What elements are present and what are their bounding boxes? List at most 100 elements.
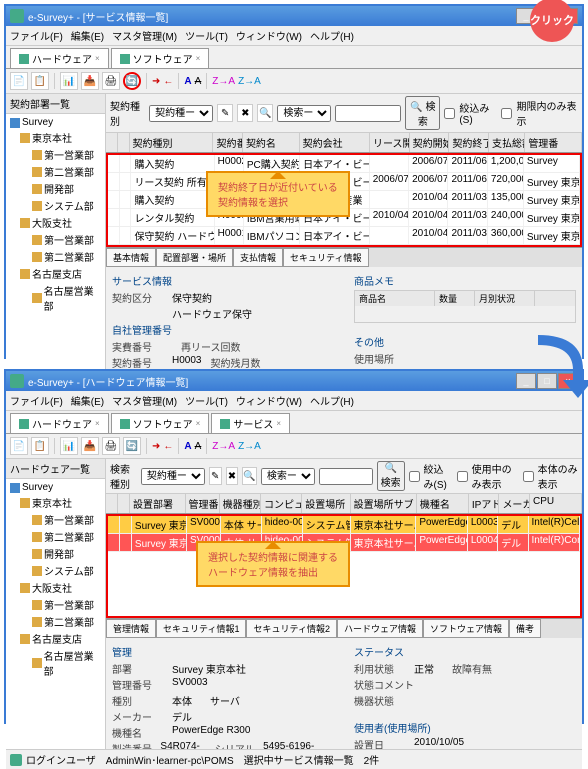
column-header[interactable]: IPアドレス [469,494,500,513]
sort-az-button[interactable]: Z→A [238,76,261,87]
menu-edit[interactable]: 編集(E) [71,393,104,408]
menu-edit[interactable]: 編集(E) [71,28,104,43]
print-button[interactable]: 🖨 [102,437,120,455]
column-header[interactable] [118,133,130,152]
tree-item[interactable]: 名古屋営業部 [8,282,103,314]
column-header[interactable]: 支払総額 [489,133,525,152]
detail-tab[interactable]: セキュリティ情報2 [246,619,336,638]
column-header[interactable]: コンピュータ名 [261,494,302,513]
column-header[interactable]: 契約終了日 [449,133,489,152]
column-header[interactable]: 契約種別 [130,133,214,152]
close-tab-icon[interactable]: × [95,54,100,63]
column-header[interactable]: 設置場所サブ [351,494,417,513]
column-header[interactable]: 設置場所 [302,494,350,513]
column-header[interactable]: 契約開始日 [410,133,450,152]
column-header[interactable]: 管理番号 [186,494,220,513]
column-header[interactable]: 機器種別 [220,494,261,513]
menu-help[interactable]: ヘルプ(H) [310,28,354,43]
delete-button[interactable]: ✖ [237,104,253,122]
close-tab-icon[interactable]: × [196,419,201,428]
search-select[interactable]: 検索ー [277,105,331,122]
search-icon[interactable]: 🔍 [242,467,256,485]
search-input[interactable] [319,468,373,485]
detail-tab[interactable]: 備考 [509,619,541,638]
filter-select[interactable]: 契約種ー [141,468,205,485]
tree-item[interactable]: 第二営業部 [8,163,103,180]
column-header[interactable]: 設置部署 [130,494,186,513]
menu-master[interactable]: マスタ管理(M) [112,393,177,408]
menu-file[interactable]: ファイル(F) [10,28,63,43]
print-button[interactable]: 🖨 [102,72,120,90]
tree-item[interactable]: 第二営業部 [8,528,103,545]
close-tab-icon[interactable]: × [276,419,281,428]
search-icon[interactable]: 🔍 [257,104,273,122]
detail-tab[interactable]: セキュリティ情報1 [156,619,246,638]
tab-service[interactable]: サービス× [211,413,290,433]
tree-item[interactable]: 開発部 [8,180,103,197]
tab-software[interactable]: ソフトウェア× [111,413,210,433]
strike-button[interactable]: A [195,76,202,87]
tree-item[interactable]: 第一営業部 [8,511,103,528]
tree-item[interactable]: 第一営業部 [8,231,103,248]
column-header[interactable]: リース開始日 [370,133,410,152]
import-button[interactable]: 📥 [81,72,99,90]
edit-button[interactable]: ✎ [209,467,222,485]
column-header[interactable] [106,133,118,152]
close-tab-icon[interactable]: × [196,54,201,63]
tree-item[interactable]: 開発部 [8,545,103,562]
column-header[interactable] [106,494,118,513]
menu-help[interactable]: ヘルプ(H) [310,393,354,408]
menu-window[interactable]: ウィンドウ(W) [236,28,302,43]
tree-item[interactable]: 名古屋支店 [8,630,103,647]
detail-tab[interactable]: ソフトウェア情報 [423,619,509,638]
filter-chk1[interactable] [444,108,455,119]
tree-item[interactable]: システム部 [8,562,103,579]
column-header[interactable]: 機種名 [417,494,469,513]
column-header[interactable]: 契約番号 [213,133,242,152]
export-button[interactable]: 📊 [60,72,78,90]
table-row[interactable]: 保守契約 ハードウェア保守H0001IBMパソコン保守日本アイ・ビー・エム201… [108,227,580,245]
sort-az-button[interactable]: Z→A [238,441,261,452]
detail-tab[interactable]: セキュリティ情報 [283,248,368,267]
detail-tab[interactable]: 管理情報 [106,619,156,638]
sort-za-button[interactable]: Z→A [212,441,235,452]
table-row[interactable]: Survey 東京本社SV0003本体 サーバhideo-002システム管理室東… [108,516,580,534]
search-button[interactable]: 🔍 検索 [377,461,405,491]
filter-chk3[interactable] [523,471,534,482]
column-header[interactable] [118,494,130,513]
search-select[interactable]: 検索ー [261,468,315,485]
menu-tool[interactable]: ツール(T) [185,393,228,408]
tree-item[interactable]: システム部 [8,197,103,214]
tree-item[interactable]: Survey [8,481,103,494]
tree-item[interactable]: 大阪支社 [8,214,103,231]
refresh-button[interactable]: 🔄 [123,72,141,90]
tab-software[interactable]: ソフトウェア× [111,48,210,68]
search-button[interactable]: 🔍 検索 [405,96,440,130]
tree-item[interactable]: 名古屋支店 [8,265,103,282]
refresh-button[interactable]: 🔄 [123,437,141,455]
detail-tab[interactable]: 基本情報 [106,248,156,267]
bold-button[interactable]: A [184,441,191,452]
detail-tab[interactable]: ハードウェア情報 [337,619,423,638]
export-button[interactable]: 📊 [60,437,78,455]
tree-item[interactable]: 東京本社 [8,129,103,146]
column-header[interactable]: 契約会社 [300,133,370,152]
sort-za-button[interactable]: Z→A [212,76,235,87]
detail-tab[interactable]: 支払情報 [233,248,283,267]
search-input[interactable] [335,105,401,122]
edit-button[interactable]: ✎ [217,104,233,122]
import-button[interactable]: 📥 [81,437,99,455]
bold-button[interactable]: A [184,76,191,87]
tree-item[interactable]: 第二営業部 [8,613,103,630]
doc-button[interactable]: 📋 [31,437,49,455]
column-header[interactable]: CPU [530,494,582,513]
strike-button[interactable]: A [195,441,202,452]
detail-tab[interactable]: 配置部署・場所 [156,248,233,267]
tree-item[interactable]: 大阪支社 [8,579,103,596]
menu-tool[interactable]: ツール(T) [185,28,228,43]
new-button[interactable]: 📄 [10,72,28,90]
new-button[interactable]: 📄 [10,437,28,455]
tab-hardware[interactable]: ハードウェア× [10,48,109,68]
doc-button[interactable]: 📋 [31,72,49,90]
tree-item[interactable]: 第二営業部 [8,248,103,265]
